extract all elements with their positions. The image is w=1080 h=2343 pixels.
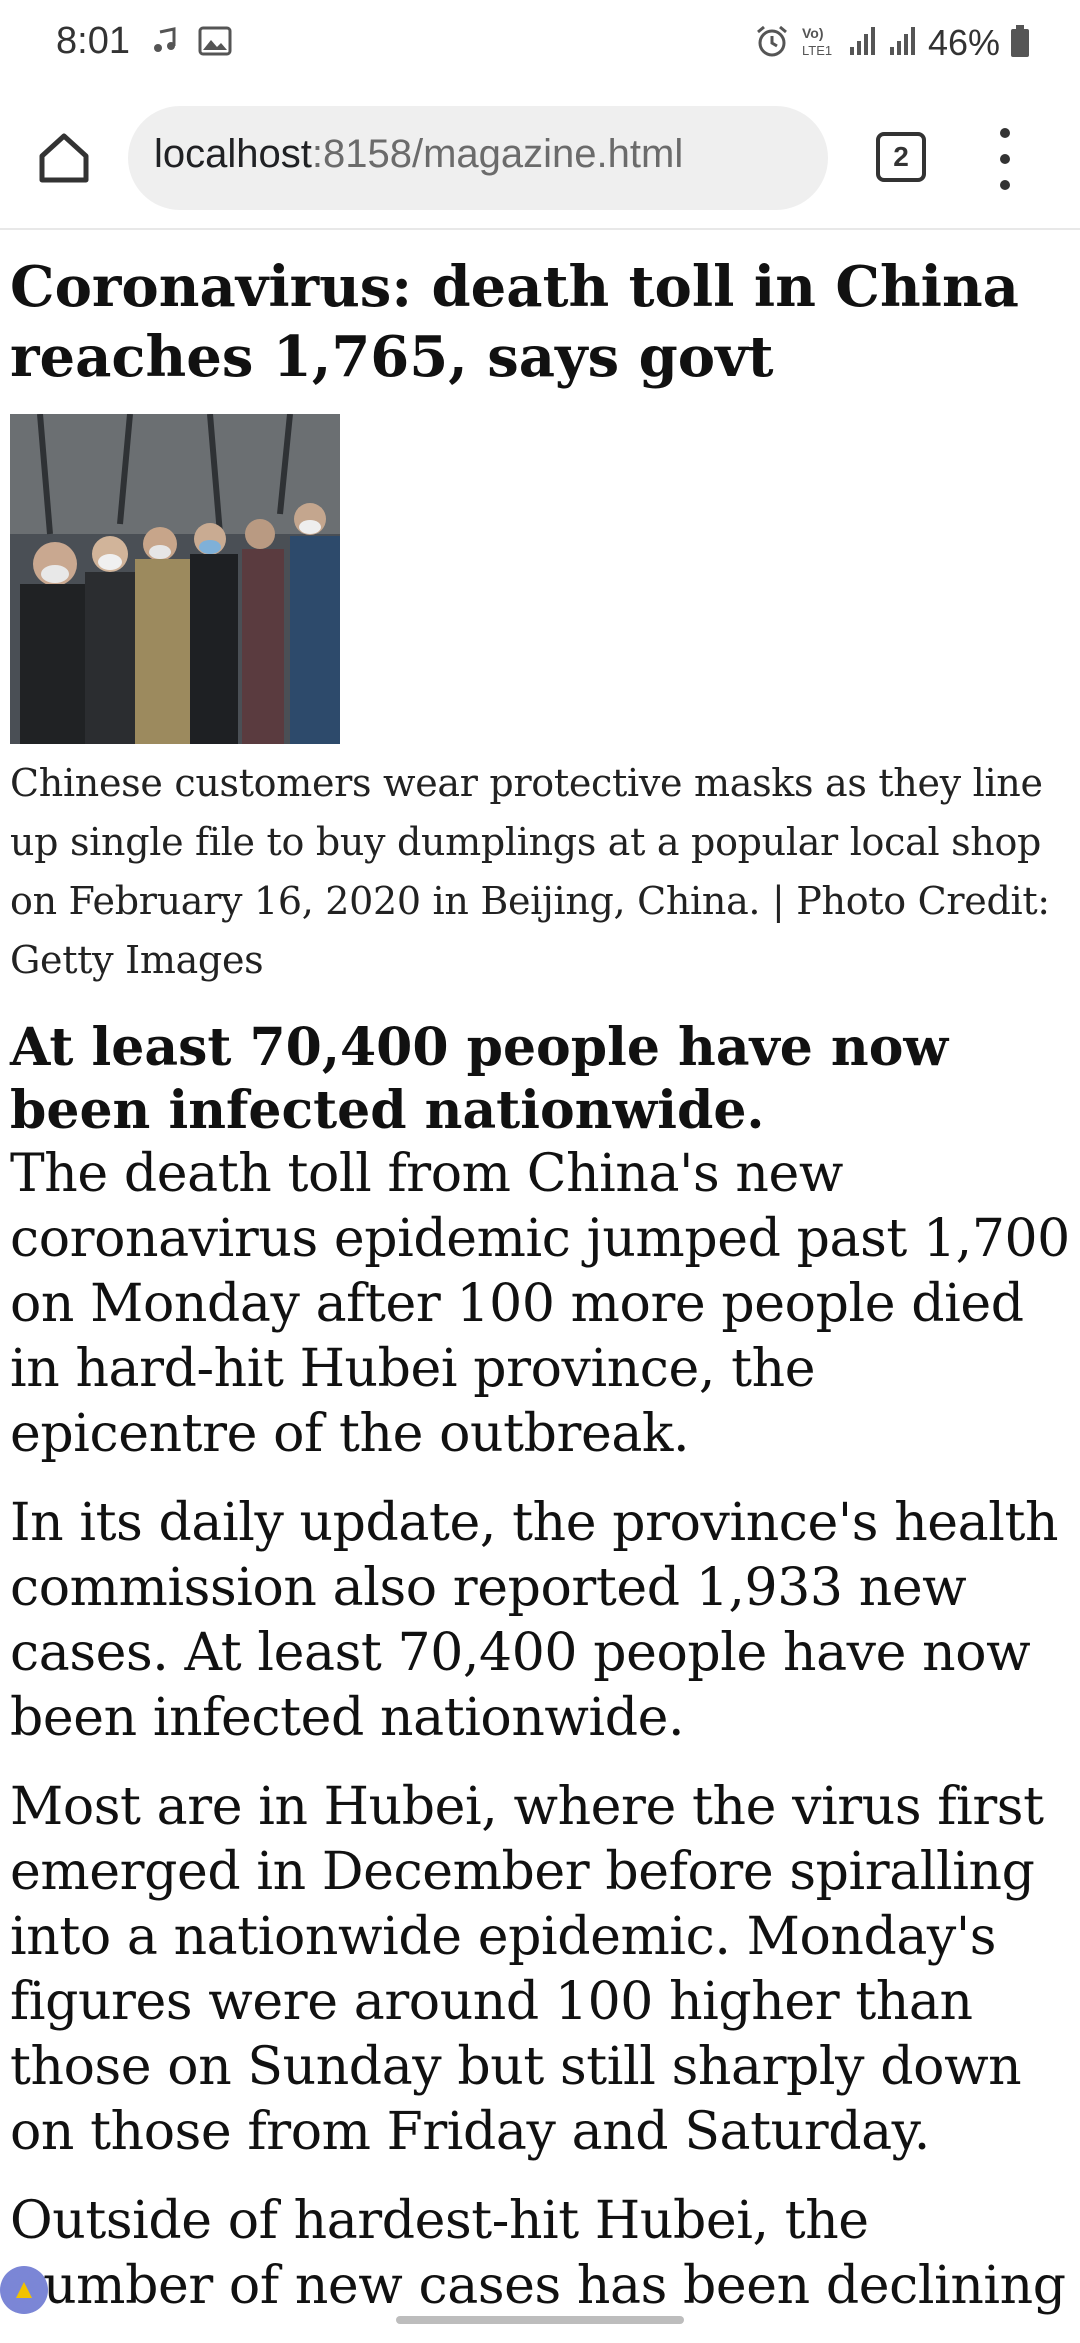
svg-text:Vo): Vo) xyxy=(802,25,824,41)
tabs-icon[interactable]: 2 xyxy=(876,132,926,182)
article-paragraph: In its daily update, the province's heal… xyxy=(10,1493,1059,1748)
menu-dot xyxy=(1000,154,1010,164)
signal-icon xyxy=(848,25,878,61)
photo-illustration xyxy=(10,414,340,744)
svg-text:LTE1: LTE1 xyxy=(802,43,832,58)
warning-badge-icon[interactable] xyxy=(0,2266,48,2314)
url-path: :8158/magazine.html xyxy=(311,132,684,176)
status-bar: 8:01 Vo) LTE1 46% xyxy=(0,0,1080,92)
article: Coronavirus: death toll in China reaches… xyxy=(10,252,1076,2343)
article-headline: Coronavirus: death toll in China reaches… xyxy=(10,254,1019,390)
status-time: 8:01 xyxy=(56,20,130,62)
article-photo xyxy=(10,414,340,744)
alarm-icon xyxy=(754,23,790,63)
lte-icon: Vo) LTE1 xyxy=(800,23,838,63)
url-text: localhost:8158/magazine.html xyxy=(154,132,683,177)
battery-icon xyxy=(1010,24,1030,62)
status-right: Vo) LTE1 46% xyxy=(754,22,1030,64)
article-paragraph: The death toll from China's new coronavi… xyxy=(10,1144,1070,1464)
menu-dot xyxy=(1000,180,1010,190)
home-button[interactable] xyxy=(34,128,94,188)
more-vert-icon[interactable] xyxy=(990,124,1020,194)
music-note-icon xyxy=(150,26,180,60)
article-paragraph: Most are in Hubei, where the virus first… xyxy=(10,1777,1044,2162)
url-host: localhost xyxy=(154,132,312,176)
signal-icon xyxy=(888,25,918,61)
browser-toolbar: localhost:8158/magazine.html 2 xyxy=(0,92,1080,230)
gesture-nav-bar[interactable] xyxy=(396,2316,684,2324)
image-icon xyxy=(198,26,232,60)
battery-percent: 46% xyxy=(927,22,1000,63)
article-paragraph: Outside of hardest-hit Hubei, the number… xyxy=(10,2191,1066,2316)
photo-caption: Chinese customers wear protective masks … xyxy=(10,761,1050,982)
status-left-icons xyxy=(150,26,232,60)
address-bar[interactable]: localhost:8158/magazine.html xyxy=(128,106,828,210)
menu-dot xyxy=(1000,128,1010,138)
home-icon xyxy=(39,133,89,183)
article-subhead: At least 70,400 people have now been inf… xyxy=(10,1017,949,1141)
